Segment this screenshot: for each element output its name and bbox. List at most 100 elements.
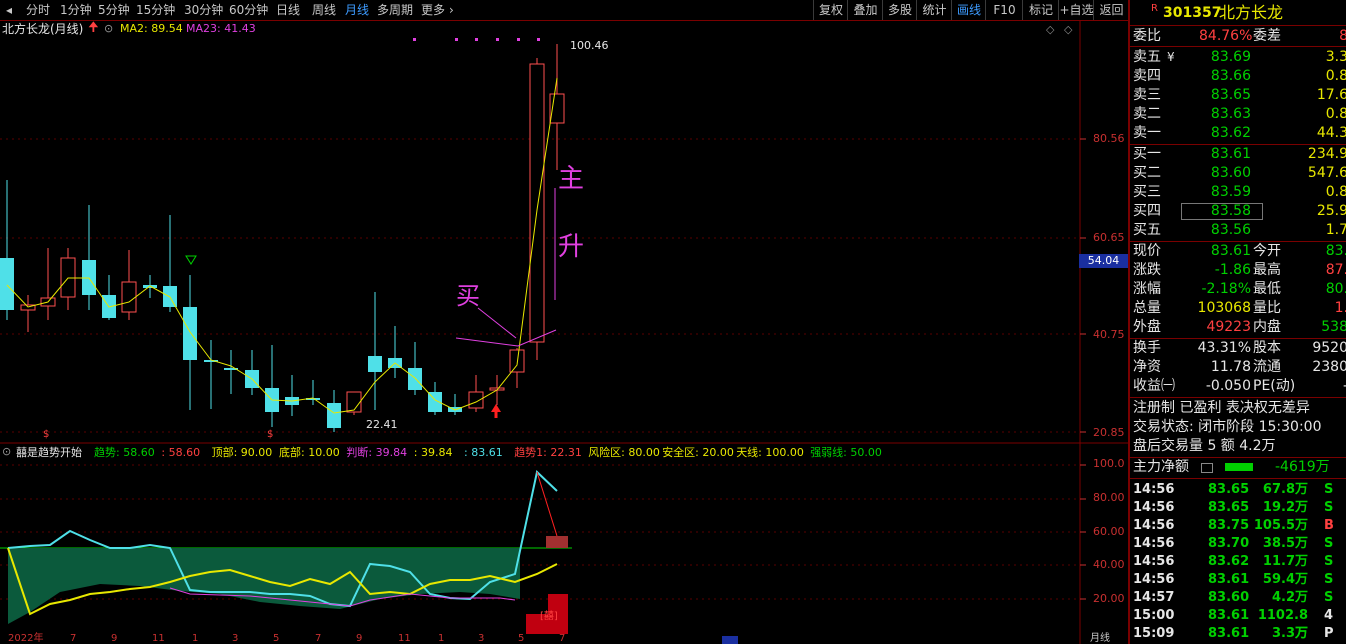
- date-tick: 1: [438, 633, 445, 644]
- period-tab[interactable]: 月线: [345, 2, 369, 18]
- toolbar-action-button[interactable]: F10: [985, 0, 1023, 20]
- fundamental-row: 净资 11.78 流通 2380: [1133, 359, 1346, 375]
- date-tick: 11: [398, 633, 411, 644]
- period-tab[interactable]: 60分钟: [229, 2, 268, 18]
- toolbar-action-button[interactable]: +自选: [1058, 0, 1094, 20]
- price-axis-label: 40.75: [1093, 328, 1125, 341]
- indicator-param: : 39.84: [413, 446, 453, 459]
- date-tick: 1: [192, 633, 199, 644]
- tick-row: 14:56 83.62 11.7万 S: [1133, 554, 1334, 569]
- weibi-row: 委比 84.76% 委差 8: [1133, 28, 1346, 44]
- toolbar-action-button[interactable]: 标记: [1022, 0, 1059, 20]
- indicator-overlay: ⊙ 囍是趋势开始 趋势: 58.60 : 58.60 顶部: 90.00 底部: 10…: [0, 444, 1128, 644]
- bid-row[interactable]: 买二 83.60 547.6: [1133, 164, 1346, 183]
- indicator-param: : 58.60: [161, 446, 201, 459]
- ask-row[interactable]: 卖二 83.63 0.8: [1133, 105, 1346, 124]
- buy-annotation: 买: [456, 282, 480, 310]
- stat-row: 总量103068量比1.: [1133, 300, 1346, 316]
- r-badge: R: [1151, 3, 1158, 14]
- stock-name: 北方长龙: [1219, 3, 1284, 22]
- toolbar-action-button[interactable]: 复权: [813, 0, 848, 20]
- s-marker-2: $: [267, 429, 274, 440]
- current-price-tag: 54.04: [1079, 254, 1128, 268]
- period-tab[interactable]: 更多: [421, 2, 445, 18]
- indicator-param: 风险区: 80.00: [588, 446, 660, 459]
- ask-row[interactable]: 卖四 83.66 0.8: [1133, 67, 1346, 86]
- period-tab[interactable]: 15分钟: [136, 2, 175, 18]
- stat-row: 涨幅 -2.18% 最低 80.: [1133, 281, 1346, 297]
- ind-axis-label: 100.0: [1093, 457, 1125, 470]
- period-tab[interactable]: 多周期: [377, 2, 413, 18]
- bid-row[interactable]: 买一 83.61 234.9: [1133, 145, 1346, 164]
- period-label: 月线: [1090, 633, 1110, 644]
- date-tick: 7: [559, 633, 566, 644]
- chart-title: 北方长龙(月线): [2, 22, 84, 36]
- tick-row: 15:00 83.61 1102.8万 4: [1133, 608, 1334, 641]
- toolbar-action-button[interactable]: 统计: [916, 0, 952, 20]
- date-tick: 11: [152, 633, 165, 644]
- settings-dropdown-icon[interactable]: ⊙: [104, 22, 113, 36]
- indicator-param: 顶部: 90.00: [211, 446, 273, 459]
- date-tick: 2022年: [8, 633, 44, 644]
- ma23-label: MA23: 41.43: [186, 22, 256, 35]
- chevron-right-icon[interactable]: ›: [449, 2, 454, 18]
- tick-row: 14:56 83.61 59.4万 S: [1133, 572, 1334, 587]
- toolbar-action-button[interactable]: 返回: [1093, 0, 1129, 20]
- signal-label: [囍]: [540, 611, 558, 622]
- period-tab[interactable]: 周线: [312, 2, 336, 18]
- date-tick: 5: [273, 633, 280, 644]
- tick-row: 14:56 83.65 67.8万 S: [1133, 482, 1334, 497]
- bid-row[interactable]: 买五 83.56 1.7: [1133, 221, 1346, 240]
- toolbar-action-button[interactable]: 画线: [951, 0, 986, 20]
- tick-row: 14:56 83.65 19.2万 S: [1133, 500, 1334, 515]
- period-tab[interactable]: 日线: [276, 2, 300, 18]
- date-tick: 9: [356, 633, 363, 644]
- stat-row: 外盘 49223 内盘 538: [1133, 319, 1346, 335]
- indicator-param: 趋势: 58.60: [94, 446, 155, 459]
- ind-axis-label: 40.00: [1093, 558, 1125, 571]
- date-tick: 3: [478, 633, 485, 644]
- back-arrow-icon[interactable]: ◂: [6, 2, 12, 18]
- ask-row[interactable]: 卖一 83.62 44.3: [1133, 124, 1346, 143]
- flow-bar: [1225, 463, 1253, 471]
- tick-row: 14:56 83.75 105.5万 B: [1133, 518, 1334, 533]
- date-tick: 5: [518, 633, 525, 644]
- fundamental-row: 换手 43.31% 股本 9520: [1133, 340, 1346, 356]
- ask-row[interactable]: 卖五 ¥83.69 3.3: [1133, 48, 1346, 67]
- indicator-name: 囍是趋势开始: [16, 446, 82, 459]
- period-tab[interactable]: 30分钟: [184, 2, 223, 18]
- ask-row[interactable]: 卖三 83.65 17.6: [1133, 86, 1346, 105]
- main-chart-overlay: 北方长龙(月线) 🠉 ⊙ MA2: 89.54 MA23: 41.43 ◇ ◇ …: [0, 20, 1128, 444]
- indicator-param: : 83.61: [464, 446, 503, 459]
- diamond-icon[interactable]: ◇: [1046, 23, 1054, 37]
- after-hours: 盘后交易量 5 额 4.2万: [1133, 438, 1276, 454]
- indicator-settings-icon[interactable]: ⊙: [2, 445, 11, 459]
- low-marker: 22.41: [366, 418, 398, 431]
- indicator-param: 底部: 10.00: [279, 446, 340, 459]
- stat-row: 现价 83.61 今开 83.: [1133, 243, 1346, 259]
- s-marker-1: $: [43, 429, 50, 440]
- fundamental-row: 收益㈠-0.050PE(动)-: [1133, 378, 1346, 394]
- collapse-icon[interactable]: ◇: [1064, 23, 1072, 37]
- date-tick: 9: [111, 633, 118, 644]
- period-tab[interactable]: 5分钟: [98, 2, 130, 18]
- up-arrow-icon: 🠉: [88, 20, 99, 35]
- toolbar-action-button[interactable]: 叠加: [847, 0, 883, 20]
- bid-row[interactable]: 买三 83.59 0.8: [1133, 183, 1346, 202]
- high-marker: 100.46: [570, 39, 609, 52]
- quote-panel: R 301357 北方长龙 委比 84.76% 委差 8 卖五 ¥83.69 3.3…: [1128, 0, 1346, 644]
- period-tab[interactable]: 1分钟: [60, 2, 92, 18]
- period-tab[interactable]: 分时: [26, 2, 50, 18]
- flow-toggle-icon[interactable]: [1201, 463, 1213, 473]
- date-axis: 2022年 7 9 11 1 3 5 7 9 11 1 3 5 7: [0, 634, 1128, 644]
- toolbar-action-button[interactable]: 多股: [882, 0, 917, 20]
- stat-row: 涨跌 -1.86 最高 87.: [1133, 262, 1346, 278]
- indicator-param: 安全区: 20.00: [662, 446, 734, 459]
- tick-row: 14:56 83.70 38.5万 S: [1133, 536, 1334, 551]
- bid-row[interactable]: 买四 83.58 25.9: [1133, 202, 1346, 221]
- period-toolbar: 分时 1分钟 5分钟 15分钟 30分钟 60分钟 日线 周线 月线 多周期 更多 ◂ › 复权 叠加 多股统…: [0, 0, 1128, 21]
- indicator-param: 强弱线: 50.00: [810, 446, 882, 459]
- price-axis-label: 80.56: [1093, 132, 1125, 145]
- ind-axis-label: 20.00: [1093, 592, 1125, 605]
- indicator-param: 判断: 39.84: [346, 446, 408, 459]
